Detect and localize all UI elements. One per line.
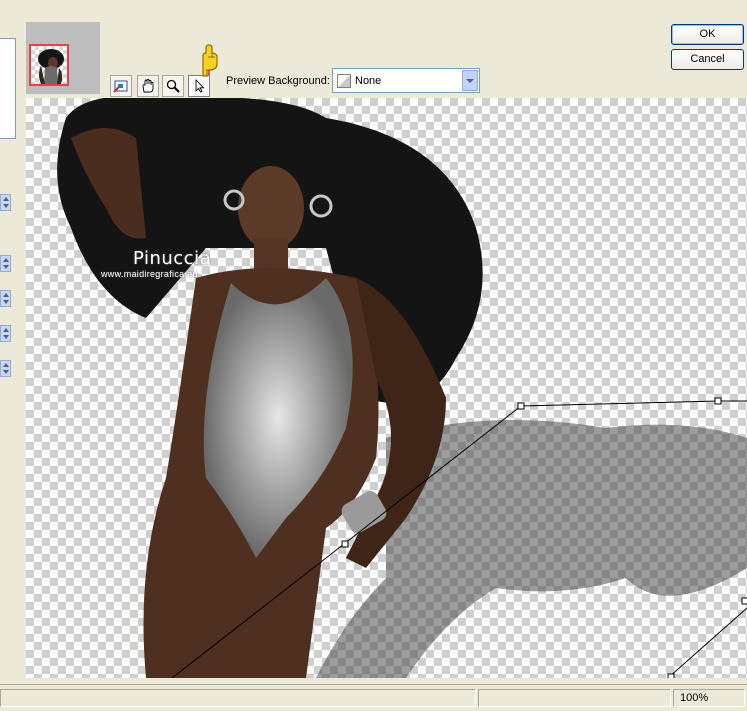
ok-button[interactable]: OK xyxy=(671,24,744,45)
thumbnail-preview[interactable] xyxy=(29,44,69,86)
pan-icon xyxy=(113,80,128,93)
pointer-tool-button[interactable] xyxy=(188,75,210,97)
spinner-control[interactable] xyxy=(0,290,11,307)
status-cell xyxy=(478,689,671,707)
preview-background-value: None xyxy=(355,75,382,87)
settings-panel xyxy=(0,0,22,680)
pan-tool-button[interactable] xyxy=(110,75,132,97)
watermark: Pinuccia www.maidiregrafica.eu xyxy=(101,248,211,279)
status-cell xyxy=(0,689,476,707)
magnifier-icon xyxy=(166,79,180,93)
hand-tool-button[interactable] xyxy=(137,75,159,97)
spinner-control[interactable] xyxy=(0,325,11,342)
hand-icon xyxy=(142,79,154,93)
preview-canvas[interactable]: Pinuccia www.maidiregrafica.eu xyxy=(26,98,747,678)
zoom-level: 100% xyxy=(680,692,709,704)
watermark-title: Pinuccia xyxy=(133,248,212,269)
preview-background-select[interactable]: None xyxy=(332,68,480,93)
status-bar: 100% xyxy=(0,684,747,711)
dropdown-arrow-icon[interactable] xyxy=(462,70,478,91)
settings-field[interactable] xyxy=(0,38,16,139)
preview-background-label: Preview Background: xyxy=(226,75,330,87)
spinner-control[interactable] xyxy=(0,194,11,211)
watermark-url: www.maidiregrafica.eu xyxy=(101,269,198,279)
spinner-control[interactable] xyxy=(0,255,11,272)
cancel-button[interactable]: Cancel xyxy=(671,49,744,70)
pointing-hand-icon xyxy=(202,44,218,77)
spinner-control[interactable] xyxy=(0,360,11,377)
zoom-tool-button[interactable] xyxy=(162,75,184,97)
transparent-swatch-icon xyxy=(337,74,351,88)
arrow-pointer-icon xyxy=(195,78,205,93)
preview-image xyxy=(57,98,747,678)
